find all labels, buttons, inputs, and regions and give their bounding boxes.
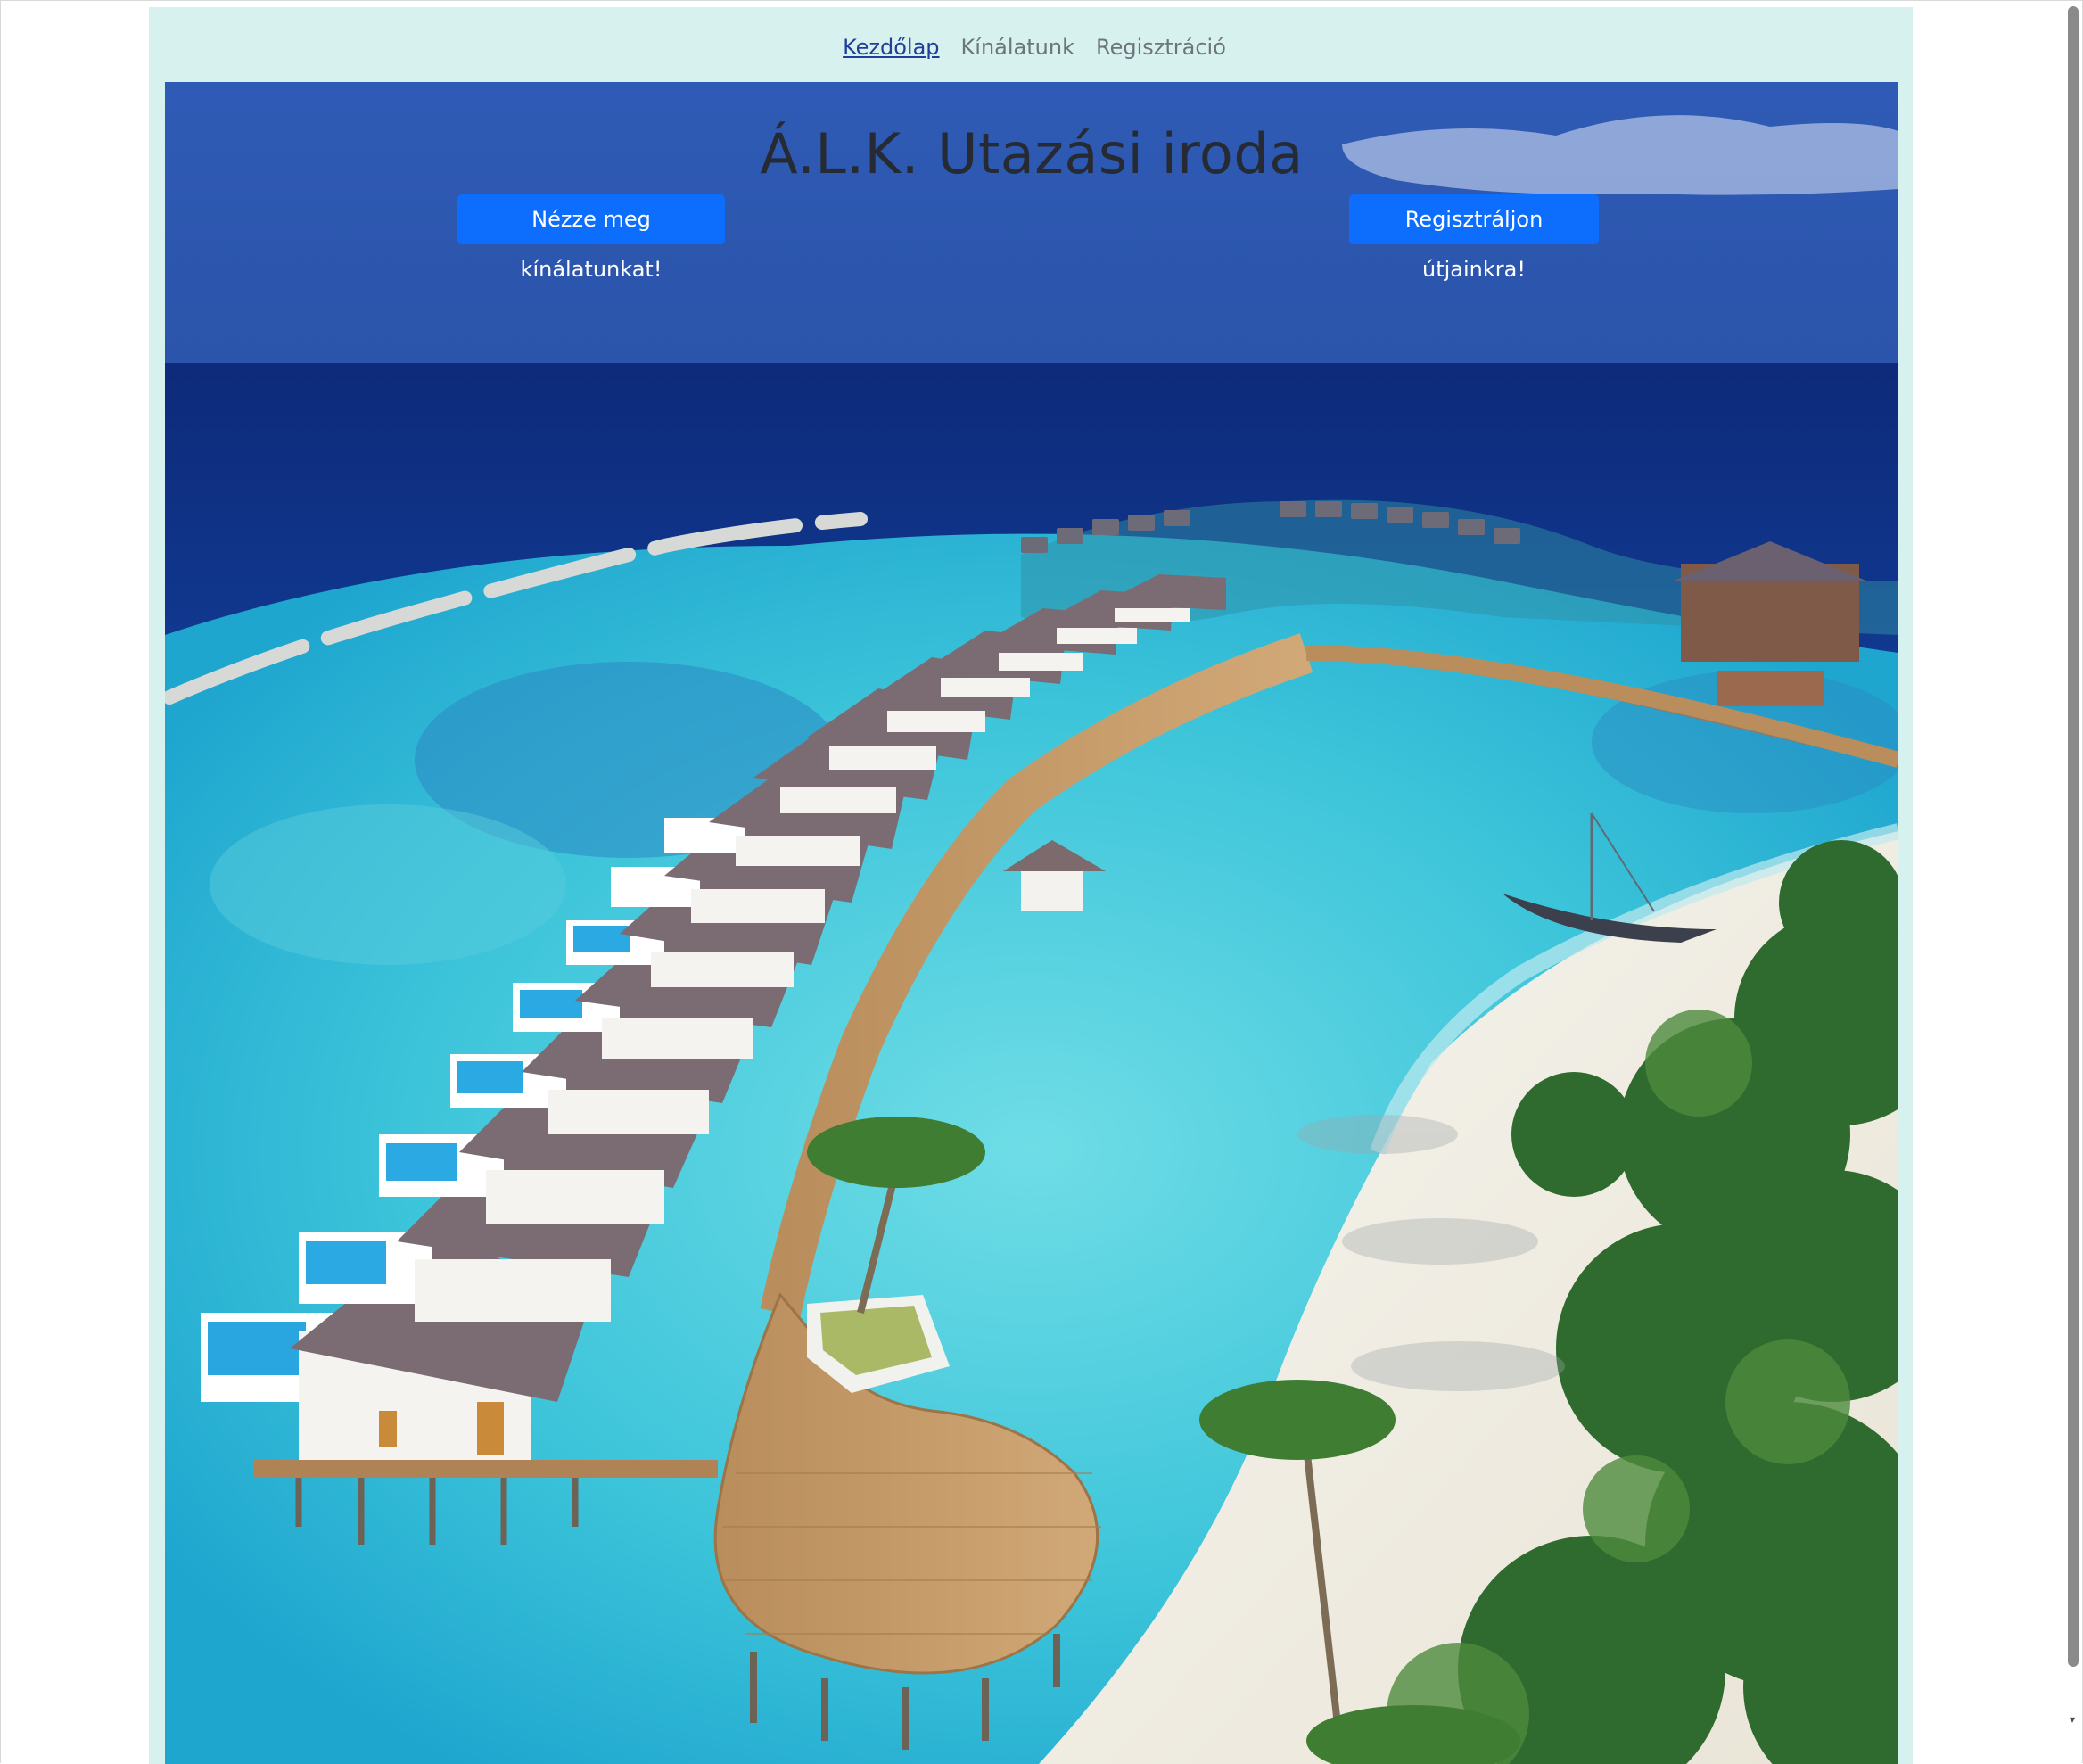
scrollbar-thumb[interactable] bbox=[2068, 6, 2079, 1667]
hero-section: Á.L.K. Utazási iroda Nézze meg kínálatun… bbox=[165, 82, 1898, 1764]
chevron-down-icon[interactable]: ▾ bbox=[2066, 1713, 2079, 1726]
view-offers-button[interactable]: Nézze meg kínálatunkat! bbox=[457, 194, 725, 282]
browser-viewport: Kezdőlap Kínálatunk Regisztráció Á.L.K. … bbox=[0, 0, 2083, 1764]
page-title: Á.L.K. Utazási iroda bbox=[760, 121, 1304, 186]
nav-item-offers[interactable]: Kínálatunk bbox=[961, 35, 1074, 60]
page-container: Kezdőlap Kínálatunk Regisztráció Á.L.K. … bbox=[149, 7, 1913, 1764]
vertical-scrollbar[interactable] bbox=[2068, 6, 2079, 1667]
nav-item-home[interactable]: Kezdőlap bbox=[843, 35, 939, 60]
top-nav: Kezdőlap Kínálatunk Regisztráció bbox=[149, 7, 1913, 87]
nav-item-registration[interactable]: Regisztráció bbox=[1096, 35, 1226, 60]
hero-background-photo bbox=[165, 82, 1898, 1764]
register-trips-button[interactable]: Regisztráljon útjainkra! bbox=[1349, 194, 1599, 282]
